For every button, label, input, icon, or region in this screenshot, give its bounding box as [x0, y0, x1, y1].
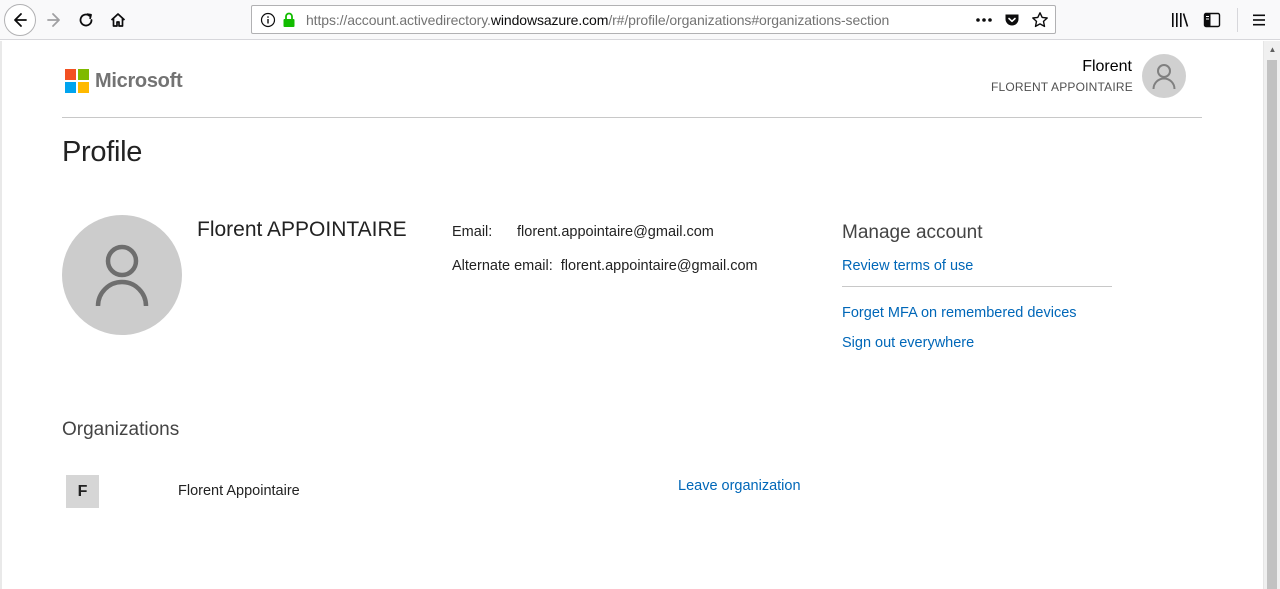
- microsoft-logo[interactable]: Microsoft: [65, 69, 183, 93]
- url-domain: windowsazure.com: [490, 12, 609, 28]
- scrollbar-thumb[interactable]: [1267, 60, 1277, 589]
- review-terms-link[interactable]: Review terms of use: [842, 258, 973, 274]
- back-arrow-icon[interactable]: [4, 4, 36, 36]
- vertical-scrollbar[interactable]: ▲: [1263, 41, 1280, 589]
- alternate-email-label: Alternate email:: [452, 258, 553, 274]
- email-row: Email: florent.appointaire@gmail.com: [452, 224, 714, 240]
- header-user-name[interactable]: Florent: [1082, 58, 1132, 76]
- hamburger-menu-icon[interactable]: [1248, 9, 1270, 31]
- logo-square-red: [65, 69, 76, 80]
- url-actions: [975, 10, 1049, 30]
- profile-full-name: Florent APPOINTAIRE: [197, 218, 407, 241]
- reload-icon[interactable]: [70, 4, 102, 36]
- logo-square-green: [78, 69, 89, 80]
- page-title: Profile: [62, 136, 143, 168]
- forget-mfa-link[interactable]: Forget MFA on remembered devices: [842, 305, 1077, 321]
- right-toolbar: [1159, 8, 1270, 32]
- page-left-border: [0, 41, 2, 589]
- home-icon[interactable]: [102, 4, 134, 36]
- forward-arrow-icon[interactable]: [38, 4, 70, 36]
- microsoft-wordmark: Microsoft: [95, 69, 183, 92]
- logo-square-yellow: [78, 82, 89, 93]
- sidebar-icon[interactable]: [1201, 9, 1223, 31]
- star-icon[interactable]: [1031, 10, 1049, 30]
- browser-toolbar: https://account.activedirectory.windowsa…: [0, 0, 1280, 40]
- manage-account-heading: Manage account: [842, 222, 983, 243]
- email-label: Email:: [452, 224, 493, 240]
- user-silhouette-icon: [95, 244, 149, 307]
- scroll-up-arrow-icon[interactable]: ▲: [1264, 41, 1280, 58]
- logo-square-blue: [65, 82, 76, 93]
- header-avatar[interactable]: [1142, 54, 1186, 98]
- organization-name: Florent Appointaire: [178, 483, 300, 499]
- toolbar-separator: [1237, 8, 1238, 32]
- alternate-email-value: florent.appointaire@gmail.com: [560, 258, 758, 274]
- info-icon[interactable]: [260, 12, 276, 28]
- user-silhouette-icon: [1152, 64, 1176, 90]
- organization-initial-tile: F: [66, 475, 99, 508]
- organizations-heading: Organizations: [62, 419, 180, 440]
- lock-icon[interactable]: [282, 12, 296, 28]
- header-divider: [62, 117, 1202, 118]
- manage-account-divider: [842, 286, 1112, 287]
- leave-organization-link[interactable]: Leave organization: [678, 478, 801, 494]
- more-dots-icon[interactable]: [975, 10, 993, 30]
- pocket-icon[interactable]: [1003, 10, 1021, 30]
- url-path: /r#/profile/organizations#organizations-…: [608, 12, 890, 28]
- header-user-fullname[interactable]: FLORENT APPOINTAIRE: [991, 80, 1133, 94]
- profile-avatar: [62, 215, 182, 335]
- url-prefix: https://account.activedirectory.: [306, 12, 491, 28]
- address-bar[interactable]: https://account.activedirectory.windowsa…: [251, 5, 1056, 34]
- library-icon[interactable]: [1169, 9, 1191, 31]
- microsoft-squares-icon: [65, 69, 89, 93]
- url-text[interactable]: https://account.activedirectory.windowsa…: [306, 12, 889, 28]
- alternate-email-row: Alternate email: florent.appointaire@gmai…: [452, 258, 758, 274]
- sign-out-everywhere-link[interactable]: Sign out everywhere: [842, 335, 974, 351]
- email-value: florent.appointaire@gmail.com: [517, 224, 714, 240]
